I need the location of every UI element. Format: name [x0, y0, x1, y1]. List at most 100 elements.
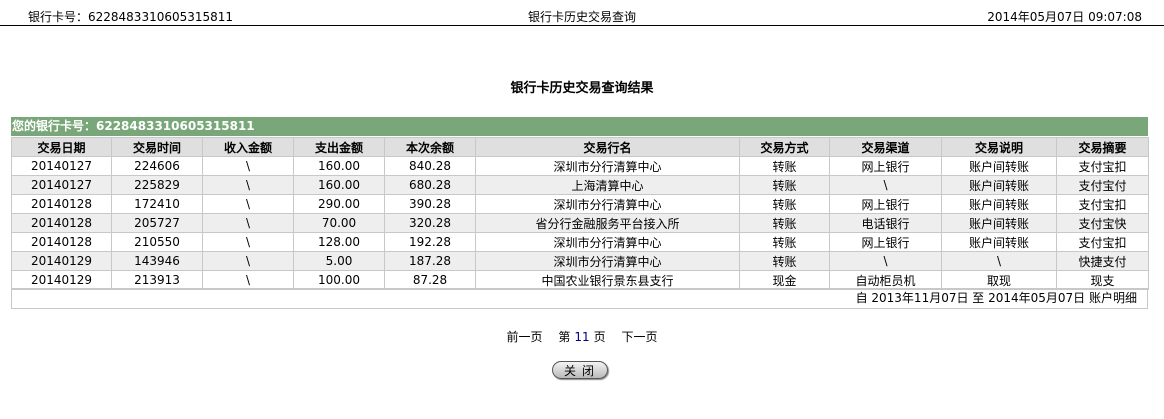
cell-description: 账户间转账	[941, 175, 1057, 195]
cell-bank: 省分行金融服务平台接入所	[475, 213, 740, 233]
table-row: 20140129 143946 \ 5.00 187.28 深圳市分行清算中心 转账 \ \ 快捷…	[11, 251, 1149, 271]
cell-time: 210550	[111, 232, 203, 252]
cell-method: 转账	[739, 232, 830, 252]
table-row: 20140128 205727 \ 70.00 320.28 省分行金融服务平台接入所 转账…	[11, 213, 1149, 233]
cell-description: 账户间转账	[941, 232, 1057, 252]
cell-income: \	[202, 251, 294, 271]
cell-channel: 电话银行	[829, 213, 942, 233]
cell-income: \	[202, 270, 294, 290]
cell-date: 20140127	[11, 175, 112, 195]
table-header-row: 交易日期 交易时间 收入金额 支出金额 本次余额 交易行名 交易方式 交易渠道 交易说明 交易摘要	[11, 137, 1149, 157]
cell-bank: 深圳市分行清算中心	[475, 194, 740, 214]
cell-summary: 支付宝扣	[1056, 194, 1149, 214]
cell-date: 20140127	[11, 156, 112, 176]
cell-summary: 支付宝扣	[1056, 232, 1149, 252]
cell-date: 20140128	[11, 232, 112, 252]
cell-expense: 5.00	[293, 251, 385, 271]
column-header-expense: 支出金额	[293, 137, 385, 157]
page-number: 11	[574, 330, 590, 344]
next-page-link[interactable]: 下一页	[621, 330, 657, 344]
table-row: 20140127 224606 \ 160.00 840.28 深圳市分行清算中心 转账 网上…	[11, 156, 1149, 176]
cell-date: 20140129	[11, 270, 112, 290]
summary-period: 自 2013年11月07日 至 2014年05月07日 账户明细	[11, 288, 1148, 309]
cell-summary: 支付宝快	[1056, 213, 1149, 233]
column-header-balance: 本次余额	[384, 137, 476, 157]
column-header-income: 收入金额	[202, 137, 294, 157]
cell-summary: 现支	[1056, 270, 1149, 290]
cell-channel: 网上银行	[829, 232, 942, 252]
prev-page-link[interactable]: 前一页	[507, 330, 543, 344]
cell-bank: 深圳市分行清算中心	[475, 156, 740, 176]
cell-expense: 160.00	[293, 156, 385, 176]
cell-time: 172410	[111, 194, 203, 214]
cell-date: 20140128	[11, 213, 112, 233]
result-title: 银行卡历史交易查询结果	[510, 81, 654, 96]
transaction-table: 交易日期 交易时间 收入金额 支出金额 本次余额 交易行名 交易方式 交易渠道 交易说明 交易摘要…	[11, 137, 1149, 290]
cell-balance: 840.28	[384, 156, 476, 176]
cell-bank: 深圳市分行清算中心	[475, 251, 740, 271]
close-button[interactable]: 关闭	[552, 361, 608, 379]
column-header-date: 交易日期	[11, 137, 112, 157]
table-row: 20140128 172410 \ 290.00 390.28 深圳市分行清算中心 转账 网上…	[11, 194, 1149, 214]
cell-balance: 87.28	[384, 270, 476, 290]
cell-balance: 192.28	[384, 232, 476, 252]
cell-balance: 390.28	[384, 194, 476, 214]
cell-method: 转账	[739, 194, 830, 214]
cell-expense: 100.00	[293, 270, 385, 290]
cell-summary: 支付宝付	[1056, 175, 1149, 195]
cell-balance: 320.28	[384, 213, 476, 233]
cell-description: 账户间转账	[941, 213, 1057, 233]
cell-channel: 自动柜员机	[829, 270, 942, 290]
column-header-method: 交易方式	[739, 137, 830, 157]
page-indicator: 第 11 页	[558, 330, 605, 344]
cell-time: 205727	[111, 213, 203, 233]
cell-time: 225829	[111, 175, 203, 195]
cell-time: 143946	[111, 251, 203, 271]
column-header-description: 交易说明	[941, 137, 1057, 157]
cell-bank: 中国农业银行景东县支行	[475, 270, 740, 290]
cell-balance: 187.28	[384, 251, 476, 271]
cell-expense: 290.00	[293, 194, 385, 214]
card-number-bar: 您的银行卡号：6228483310605315811	[11, 117, 1148, 136]
cell-method: 转账	[739, 251, 830, 271]
cell-method: 转账	[739, 213, 830, 233]
column-header-bank: 交易行名	[475, 137, 740, 157]
cell-description: 账户间转账	[941, 194, 1057, 214]
cell-description: 取现	[941, 270, 1057, 290]
cell-income: \	[202, 175, 294, 195]
cell-channel: \	[829, 251, 942, 271]
cell-method: 转账	[739, 156, 830, 176]
cell-income: \	[202, 194, 294, 214]
cell-time: 213913	[111, 270, 203, 290]
column-header-summary: 交易摘要	[1056, 137, 1149, 157]
table-row: 20140127 225829 \ 160.00 680.28 上海清算中心 转账 \ 账户间转…	[11, 175, 1149, 195]
cell-method: 现金	[739, 270, 830, 290]
column-header-channel: 交易渠道	[829, 137, 942, 157]
cell-expense: 160.00	[293, 175, 385, 195]
pagination: 前一页 第 11 页 下一页	[0, 328, 1164, 345]
cell-balance: 680.28	[384, 175, 476, 195]
page-suffix: 页	[593, 330, 606, 344]
table-row: 20140128 210550 \ 128.00 192.28 深圳市分行清算中心 转账 网上…	[11, 232, 1149, 252]
cell-income: \	[202, 213, 294, 233]
cell-date: 20140129	[11, 251, 112, 271]
cell-expense: 70.00	[293, 213, 385, 233]
top-bar: 银行卡号：6228483310605315811 银行卡历史交易查询 2014年…	[0, 0, 1164, 26]
cell-channel: 网上银行	[829, 194, 942, 214]
cell-income: \	[202, 232, 294, 252]
cell-time: 224606	[111, 156, 203, 176]
cell-bank: 上海清算中心	[475, 175, 740, 195]
cell-bank: 深圳市分行清算中心	[475, 232, 740, 252]
table-row: 20140129 213913 \ 100.00 87.28 中国农业银行景东县支行 现金自…	[11, 270, 1149, 290]
cell-channel: 网上银行	[829, 156, 942, 176]
cell-description: 账户间转账	[941, 156, 1057, 176]
cell-expense: 128.00	[293, 232, 385, 252]
page-prefix: 第	[558, 330, 571, 344]
cell-date: 20140128	[11, 194, 112, 214]
cell-income: \	[202, 156, 294, 176]
cell-summary: 支付宝扣	[1056, 156, 1149, 176]
column-header-time: 交易时间	[111, 137, 203, 157]
cell-description: \	[941, 251, 1057, 271]
current-datetime: 2014年05月07日 09:07:08	[987, 10, 1142, 24]
cell-method: 转账	[739, 175, 830, 195]
